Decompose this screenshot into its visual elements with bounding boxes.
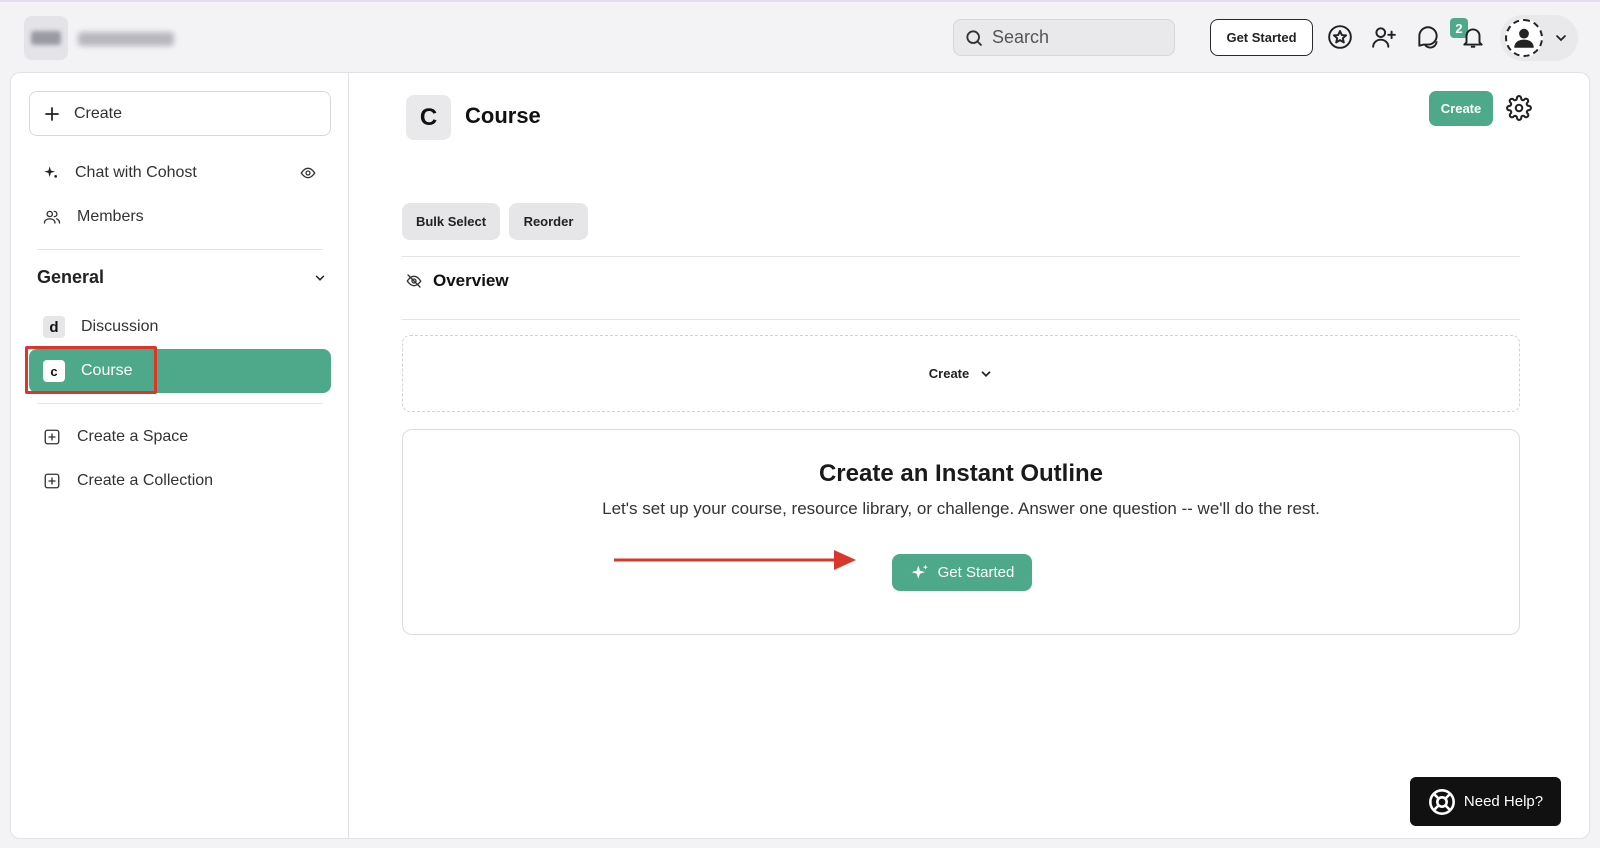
need-help-button[interactable]: Need Help? (1410, 777, 1561, 826)
plus-square-icon (44, 473, 60, 489)
user-icon (1514, 28, 1534, 48)
search-icon (966, 29, 983, 46)
get-started-button[interactable]: Get Started (892, 554, 1032, 591)
sidebar-item-label: Create a Collection (77, 472, 214, 489)
chat-icon[interactable] (1413, 22, 1443, 52)
main-frame: Create Chat with Cohost Members General … (10, 72, 1590, 839)
search-input[interactable] (992, 27, 1162, 48)
sidebar-divider (37, 249, 323, 250)
sidebar-item-label: Course (81, 362, 133, 379)
create-dropdown-label: Create (928, 366, 970, 381)
eye-icon[interactable] (299, 165, 317, 181)
instant-outline-card: Create an Instant Outline Let's set up y… (402, 429, 1520, 635)
overview-label: Overview (433, 271, 509, 290)
create-dropdown-area[interactable]: Create (402, 335, 1520, 412)
lifebuoy-icon (1428, 788, 1455, 815)
sidebar-divider (37, 403, 323, 404)
create-button[interactable]: Create (1429, 91, 1493, 126)
divider (402, 256, 1520, 257)
sidebar-item-create-space[interactable]: Create a Space (29, 415, 331, 459)
sparkle-icon (911, 564, 928, 579)
community-logo[interactable] (24, 16, 68, 60)
divider (402, 319, 1520, 320)
overview-section-header[interactable]: Overview (405, 271, 509, 291)
sidebar-item-chat-with-cohost[interactable]: Chat with Cohost (29, 151, 331, 195)
add-member-icon[interactable] (1369, 22, 1399, 52)
sidebar-item-members[interactable]: Members (29, 195, 331, 239)
page-letter-icon: C (406, 95, 451, 140)
sidebar-item-label: Create a Space (77, 428, 189, 445)
sidebar-item-label: Members (77, 208, 144, 225)
avatar (1505, 19, 1543, 57)
page-title: Course (465, 103, 541, 128)
chevron-down-icon (1556, 35, 1566, 42)
sidebar-item-label: Chat with Cohost (75, 164, 197, 181)
bell-icon[interactable] (1458, 22, 1488, 52)
outline-title: Create an Instant Outline (818, 460, 1104, 487)
top-header: Get Started 2 (0, 2, 1600, 72)
bulk-select-button[interactable]: Bulk Select (402, 203, 500, 240)
sidebar-item-discussion[interactable]: d Discussion (29, 305, 331, 349)
profile-menu[interactable] (1500, 15, 1578, 61)
eye-off-icon (406, 274, 422, 288)
community-name-blurred (78, 32, 174, 46)
gear-icon[interactable] (1506, 95, 1532, 121)
get-started-label: Get Started (937, 564, 1015, 581)
reorder-button[interactable]: Reorder (509, 203, 588, 240)
chevron-down-icon (981, 370, 991, 377)
sidebar-item-course[interactable]: c Course (29, 349, 331, 393)
space-letter-icon: c (43, 360, 65, 382)
sidebar-item-label: Discussion (81, 318, 159, 335)
chevron-down-icon (315, 274, 325, 281)
logo-mark (31, 31, 61, 45)
main-content: C Course Create Bulk Select Reorder Over… (349, 73, 1589, 838)
space-letter-icon: d (43, 316, 65, 338)
sidebar-item-create-collection[interactable]: Create a Collection (29, 459, 331, 503)
outline-subtitle: Let's set up your course, resource libra… (602, 499, 1320, 518)
plus-square-icon (44, 429, 60, 445)
sidebar-section-general[interactable]: General (37, 267, 327, 288)
sidebar: Create Chat with Cohost Members General … (11, 73, 349, 838)
sidebar-create-label: Create (74, 104, 123, 122)
section-title: General (37, 267, 105, 287)
sidebar-create-button[interactable]: Create (29, 91, 331, 136)
plus-icon (45, 106, 59, 121)
need-help-label: Need Help? (1463, 793, 1544, 810)
members-icon (43, 210, 61, 224)
star-badge-icon[interactable] (1325, 22, 1355, 52)
get-started-header-button[interactable]: Get Started (1210, 19, 1313, 56)
search-bar[interactable] (953, 19, 1175, 56)
sparkle-icon (44, 166, 57, 178)
